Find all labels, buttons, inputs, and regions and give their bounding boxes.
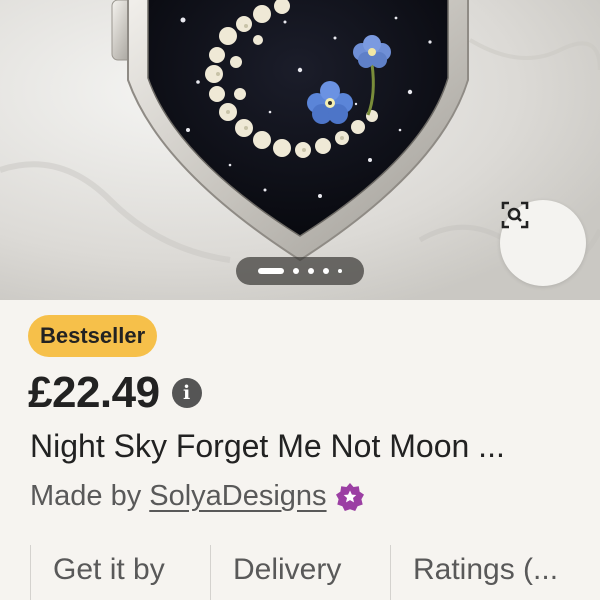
info-icon[interactable]: i [171, 378, 202, 408]
maker-row: Made by SolyaDesigns [30, 480, 365, 513]
listing-tabs: Get it by Delivery Ratings (... [0, 545, 600, 600]
product-image[interactable] [0, 0, 600, 300]
star-seller-icon[interactable] [335, 482, 365, 512]
pager-dot-active[interactable] [258, 268, 284, 274]
pager-dot[interactable] [338, 269, 342, 273]
listing-title[interactable]: Night Sky Forget Me Not Moon ... [30, 428, 590, 465]
pager-dot[interactable] [293, 268, 299, 274]
tab-get-it-by[interactable]: Get it by [30, 545, 210, 600]
pager-dot[interactable] [308, 268, 314, 274]
pager-dot[interactable] [323, 268, 329, 274]
bestseller-badge: Bestseller [28, 315, 158, 357]
visual-search-button[interactable] [500, 200, 586, 286]
made-by-label: Made by [30, 480, 142, 512]
price-row: £22.49 i [28, 368, 202, 418]
tab-delivery[interactable]: Delivery [210, 545, 390, 600]
price: £22.49 [28, 368, 160, 417]
shop-name-link[interactable]: SolyaDesigns [149, 480, 326, 513]
image-carousel-pager[interactable] [236, 257, 364, 285]
visual-search-icon [501, 201, 529, 229]
tab-ratings[interactable]: Ratings (... [390, 545, 600, 600]
